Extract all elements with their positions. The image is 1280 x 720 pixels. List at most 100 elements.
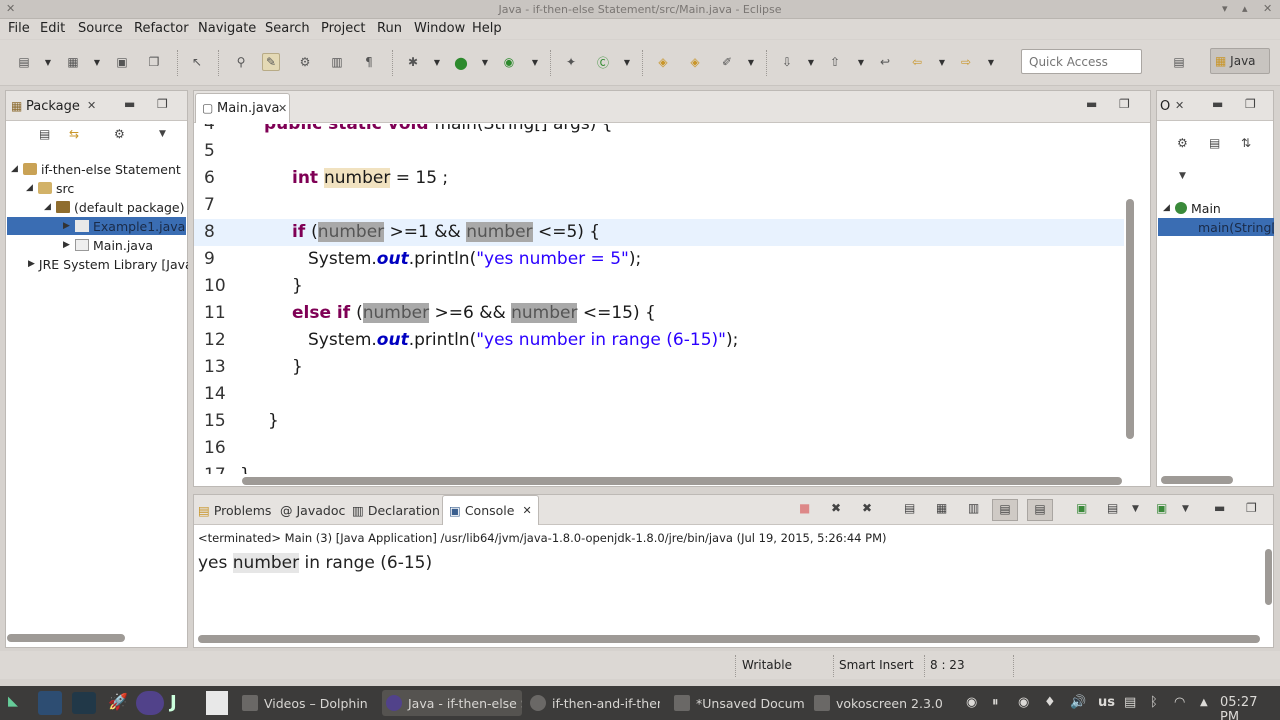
run-dropdown-icon[interactable]: ▼ bbox=[480, 53, 490, 71]
hide-fields-icon[interactable]: ▤ bbox=[1209, 136, 1220, 150]
menu-search[interactable]: Search bbox=[265, 21, 310, 36]
minimize-editor-icon[interactable]: ▬ bbox=[1086, 97, 1097, 111]
clear-console-icon[interactable]: ▤ bbox=[904, 501, 915, 515]
maximize-window-icon[interactable]: ▴ bbox=[1242, 2, 1248, 15]
code-line[interactable]: 6 int number = 15 ; bbox=[194, 165, 1124, 192]
run-icon[interactable]: ● bbox=[452, 53, 470, 72]
close-editor-tab-icon[interactable]: ✕ bbox=[278, 102, 287, 115]
remove-launch-icon[interactable]: ✖ bbox=[831, 501, 841, 515]
minimize-outline-icon[interactable]: ▬ bbox=[1212, 97, 1223, 111]
menu-source[interactable]: Source bbox=[78, 21, 123, 36]
open-console-icon[interactable]: ▣ bbox=[1156, 501, 1167, 515]
clipboard-icon[interactable]: ▤ bbox=[1124, 695, 1136, 710]
console-horizontal-scrollbar[interactable] bbox=[198, 635, 1260, 643]
forward-icon[interactable]: ⇨ bbox=[957, 53, 975, 71]
eclipse-launcher-icon[interactable] bbox=[136, 691, 164, 715]
menu-project[interactable]: Project bbox=[321, 21, 365, 36]
menu-refactor[interactable]: Refactor bbox=[134, 21, 189, 36]
close-console-icon[interactable]: ✕ bbox=[522, 504, 531, 517]
editor-vertical-scrollbar[interactable] bbox=[1126, 199, 1134, 439]
jet-launcher-icon[interactable]: J bbox=[170, 692, 177, 713]
tab-main-java[interactable]: ▢ Main.java ✕ bbox=[195, 93, 290, 123]
filter-icon[interactable]: ⚙ bbox=[114, 127, 125, 141]
collapse-icon[interactable]: ▶ bbox=[63, 240, 75, 250]
code-line[interactable]: 7 bbox=[194, 192, 1124, 219]
tree-item-example1[interactable]: ▶ Example1.java bbox=[7, 217, 186, 235]
new-package-icon[interactable]: ✦ bbox=[562, 53, 580, 71]
code-line[interactable]: 8 if (number >=1 && number <=5) { bbox=[194, 219, 1124, 246]
volume-icon[interactable]: 🔊 bbox=[1070, 695, 1086, 710]
code-line[interactable]: 9 System.out.println("yes number = 5"); bbox=[194, 246, 1124, 273]
bluetooth-icon[interactable]: ᛒ bbox=[1150, 695, 1158, 710]
maximize-editor-icon[interactable]: ❐ bbox=[1119, 97, 1130, 111]
tab-declaration[interactable]: ▥ Declaration bbox=[352, 495, 440, 525]
previous-annotation-dropdown-icon[interactable]: ▼ bbox=[856, 53, 866, 71]
open-type-icon[interactable]: ◈ bbox=[654, 53, 672, 71]
app-launcher-icon[interactable]: ◣ bbox=[8, 694, 18, 709]
sort-icon[interactable]: ⚙ bbox=[1177, 136, 1188, 150]
block-selection-icon[interactable]: ▥ bbox=[328, 53, 346, 71]
close-window-icon[interactable]: ✕ bbox=[1263, 2, 1272, 15]
new-dropdown-icon[interactable]: ▼ bbox=[43, 53, 53, 71]
expand-icon[interactable]: ◢ bbox=[44, 202, 56, 212]
debug-dropdown-icon[interactable]: ▼ bbox=[432, 53, 442, 71]
next-annotation-icon[interactable]: ⇩ bbox=[778, 53, 796, 71]
next-annotation-dropdown-icon[interactable]: ▼ bbox=[806, 53, 816, 71]
package-explorer-scrollbar[interactable] bbox=[7, 634, 125, 642]
tree-item-src[interactable]: ◢ src bbox=[26, 179, 74, 197]
terminate-icon[interactable]: ■ bbox=[799, 501, 810, 515]
word-wrap-icon[interactable]: ▥ bbox=[968, 501, 979, 515]
code-line[interactable]: 4 public static void main(String[] args) … bbox=[194, 124, 1124, 138]
console-vertical-scrollbar[interactable] bbox=[1265, 549, 1272, 605]
outline-item-main-method[interactable]: main(String[]) bbox=[1158, 218, 1274, 236]
display-console-icon[interactable]: ▤ bbox=[1107, 501, 1118, 515]
forward-dropdown-icon[interactable]: ▼ bbox=[986, 53, 996, 71]
tab-problems[interactable]: ▤ Problems bbox=[198, 495, 271, 525]
pin-icon[interactable]: ⚲ bbox=[232, 53, 250, 71]
pause-icon[interactable]: ⏸ bbox=[992, 695, 999, 710]
tab-outline[interactable]: O bbox=[1160, 99, 1170, 114]
coverage-icon[interactable]: ◉ bbox=[500, 53, 518, 71]
menu-navigate[interactable]: Navigate bbox=[198, 21, 256, 36]
code-line[interactable]: 5 bbox=[194, 138, 1124, 165]
new-class-icon[interactable]: Ⓒ bbox=[594, 53, 612, 71]
show-whitespace-icon[interactable]: ¶ bbox=[360, 53, 378, 71]
scroll-lock-icon[interactable]: ▦ bbox=[936, 501, 947, 515]
expand-icon[interactable]: ◢ bbox=[1163, 203, 1175, 213]
code-line[interactable]: 15} bbox=[194, 408, 1124, 435]
maximize-panel-icon[interactable]: ❐ bbox=[157, 97, 168, 111]
record-icon[interactable]: ◉ bbox=[966, 695, 977, 710]
show-on-stderr-icon[interactable]: ▤ bbox=[1027, 499, 1053, 521]
task-eclipse[interactable]: Java - if-then-else S bbox=[382, 690, 522, 716]
open-task-icon[interactable]: ◈ bbox=[686, 53, 704, 71]
microphone-icon[interactable]: ♦ bbox=[1044, 695, 1056, 710]
open-icon[interactable]: ▦ bbox=[64, 53, 82, 71]
open-perspective-icon[interactable]: ▤ bbox=[1170, 53, 1188, 71]
minimize-panel-icon[interactable]: ▬ bbox=[124, 97, 135, 111]
tray-expand-icon[interactable]: ▲ bbox=[1200, 697, 1208, 708]
stop-icon[interactable]: ◉ bbox=[1018, 695, 1029, 710]
editor-horizontal-scrollbar[interactable] bbox=[242, 477, 1122, 485]
code-line[interactable]: 11 else if (number >=6 && number <=15) { bbox=[194, 300, 1124, 327]
open-console-dropdown-icon[interactable]: ▼ bbox=[1182, 504, 1189, 514]
tree-item-jre-library[interactable]: ▶ JRE System Library [JavaSE-1.8] bbox=[28, 255, 188, 273]
maximize-outline-icon[interactable]: ❐ bbox=[1245, 97, 1256, 111]
mark-occurrences-icon[interactable]: ✎ bbox=[262, 53, 280, 71]
menu-file[interactable]: File bbox=[8, 21, 30, 36]
java-perspective-button[interactable]: ▦ Java bbox=[1210, 48, 1270, 74]
display-console-dropdown-icon[interactable]: ▼ bbox=[1132, 504, 1139, 514]
collapse-icon[interactable]: ▶ bbox=[28, 259, 35, 269]
code-line[interactable]: 14 bbox=[194, 381, 1124, 408]
quick-access-input[interactable] bbox=[1021, 49, 1142, 74]
link-with-editor-icon[interactable]: ⇆ bbox=[69, 127, 79, 141]
save-all-icon[interactable]: ❐ bbox=[145, 53, 163, 71]
back-icon[interactable]: ⇦ bbox=[908, 53, 926, 71]
tab-console[interactable]: ▣ Console ✕ bbox=[442, 495, 539, 525]
task-browser[interactable]: if-then-and-if-then bbox=[530, 690, 660, 716]
collapse-all-icon[interactable]: ▤ bbox=[39, 127, 50, 141]
task-text-editor[interactable]: *Unsaved Docum bbox=[674, 690, 804, 716]
wifi-icon[interactable]: ◠ bbox=[1174, 695, 1185, 710]
clock[interactable]: 05:27 PM bbox=[1220, 695, 1280, 720]
collapse-icon[interactable]: ▶ bbox=[63, 221, 75, 231]
new-icon[interactable]: ▤ bbox=[15, 53, 33, 71]
